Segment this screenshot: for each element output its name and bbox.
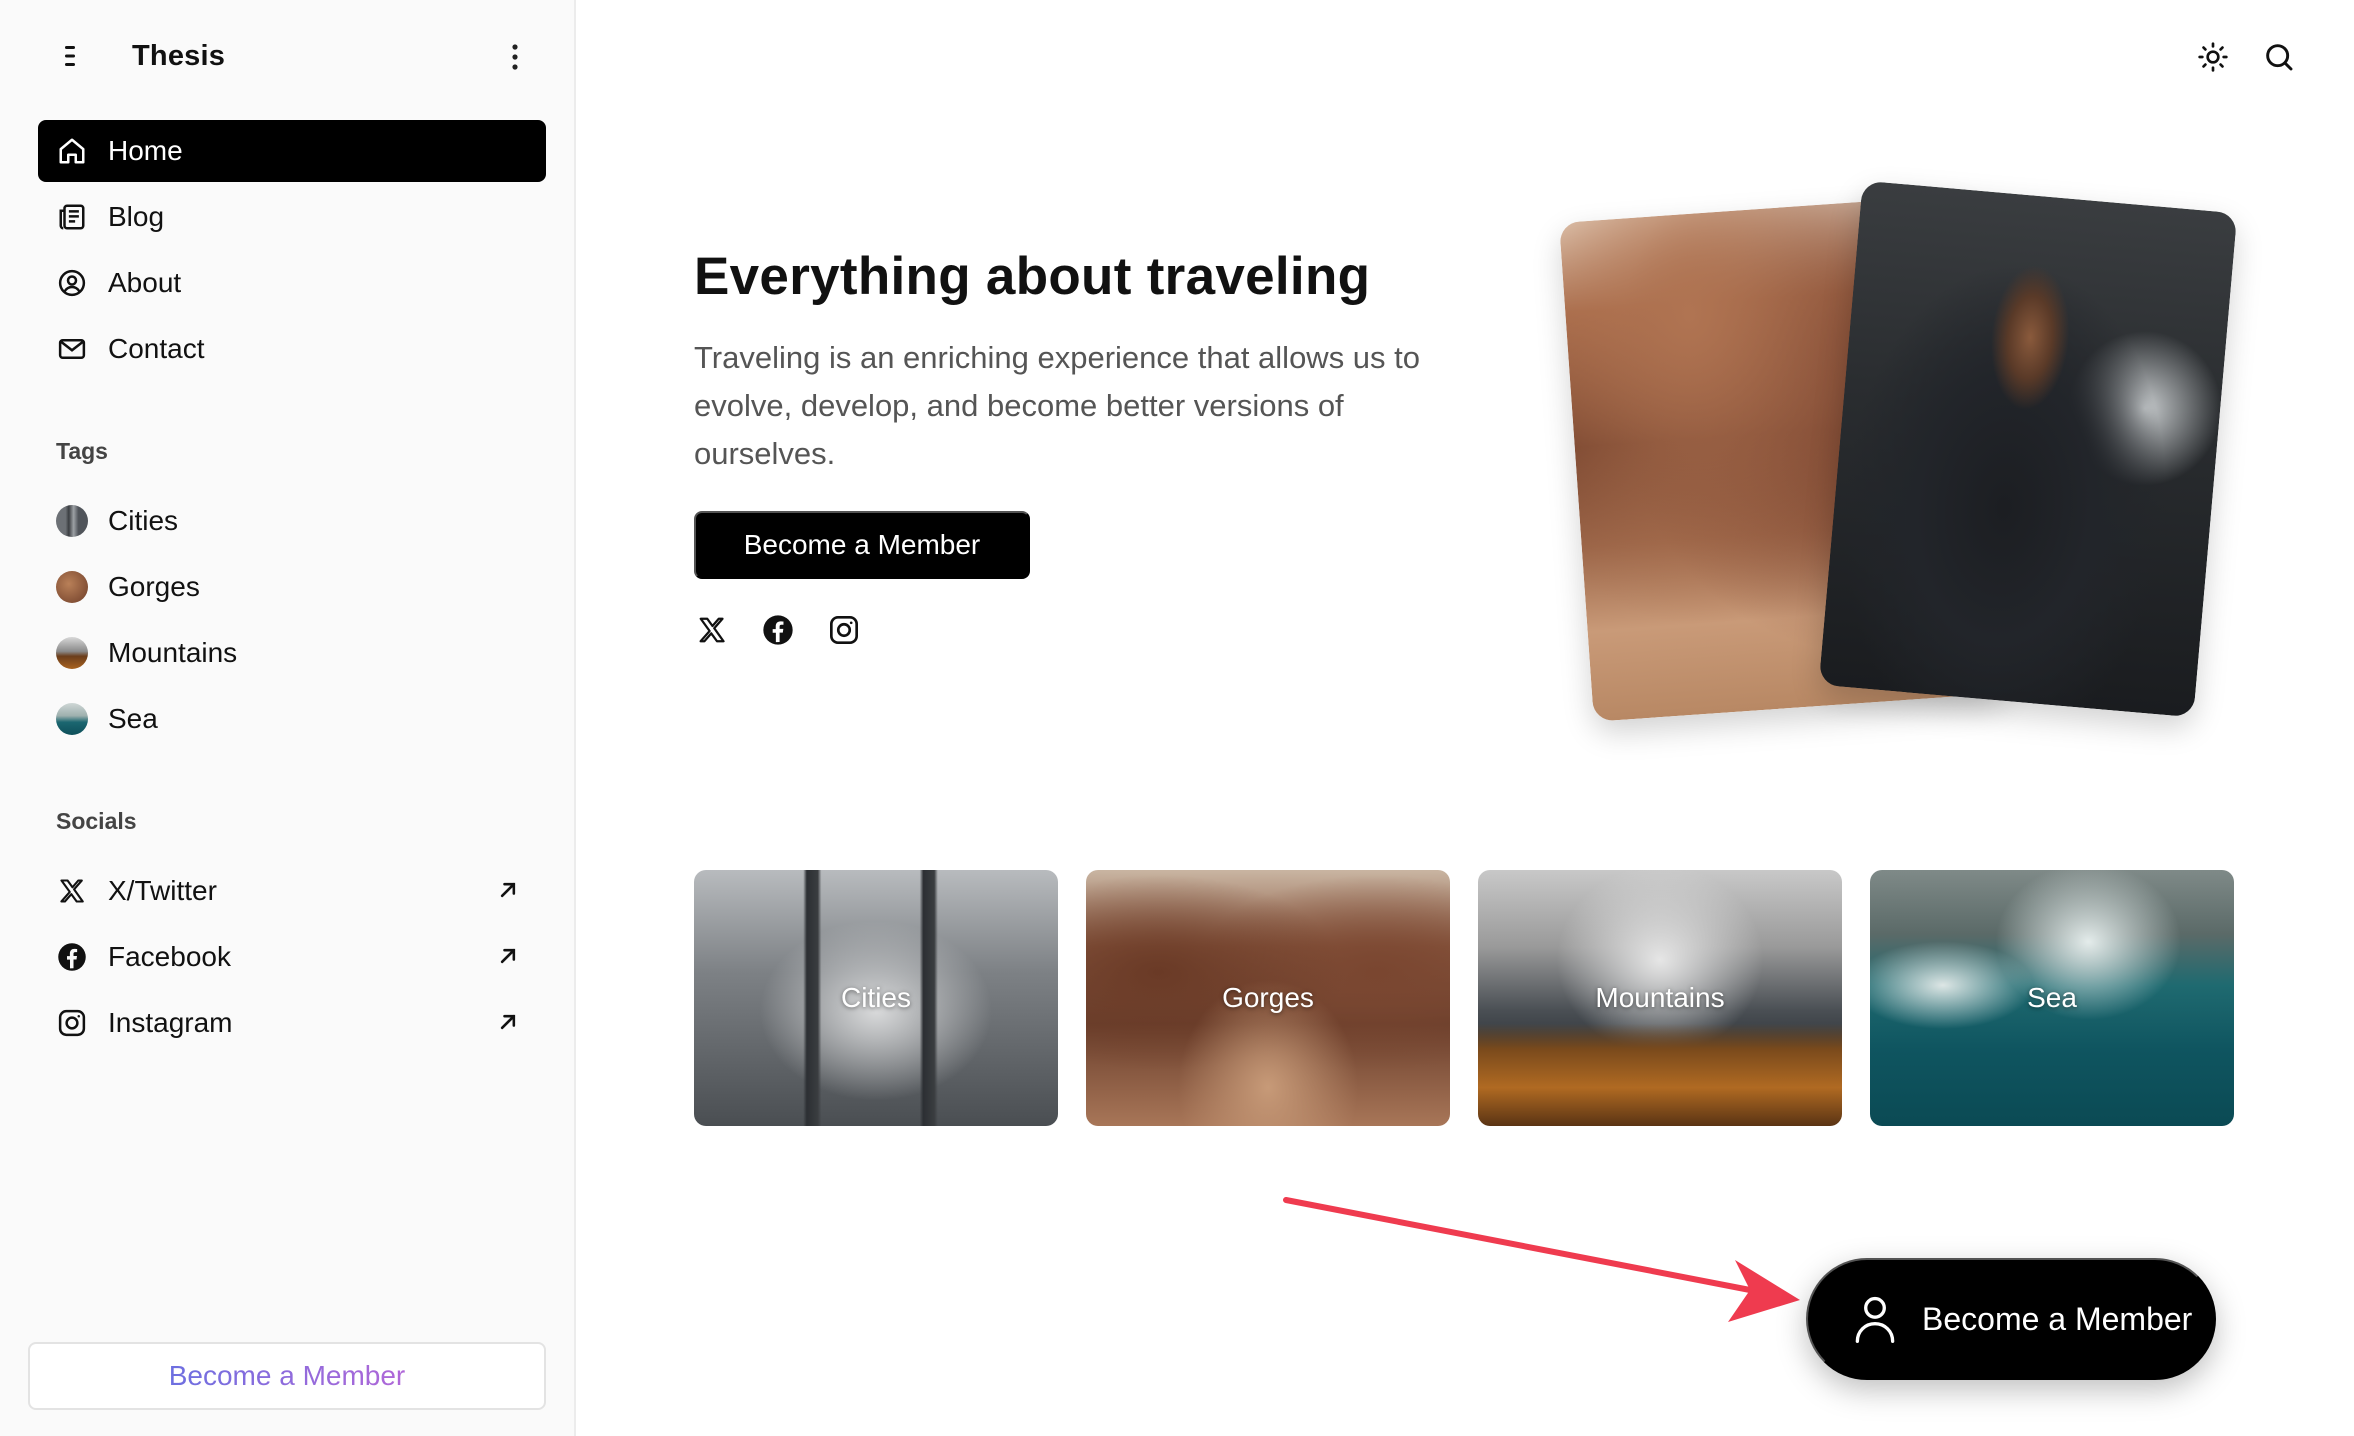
sidebar: Thesis Home Blog About Contact Tags Citi… (0, 0, 576, 1436)
mail-icon (56, 333, 88, 365)
nav-item-contact[interactable]: Contact (38, 318, 546, 380)
annotation-arrow (1283, 1197, 1800, 1322)
tag-card-gorges[interactable]: Gorges (1086, 870, 1450, 1126)
tag-item-sea[interactable]: Sea (38, 688, 546, 750)
sun-icon[interactable] (2194, 38, 2232, 76)
nav-item-label: About (108, 267, 182, 298)
tag-label: Cities (108, 505, 179, 536)
tag-card-sea[interactable]: Sea (1870, 870, 2234, 1126)
hero-description: Traveling is an enriching experience tha… (694, 340, 1421, 471)
nav-item-home[interactable]: Home (38, 120, 546, 182)
tag-label: Sea (108, 703, 158, 734)
blog-icon (56, 201, 88, 233)
instagram-icon (56, 1007, 88, 1039)
cities-thumbnail (56, 505, 88, 537)
tag-cards: Cities Gorges Mountains Sea (694, 870, 2234, 1126)
hero-social-links (694, 612, 862, 648)
tag-label: Mountains (108, 637, 238, 668)
gorges-thumbnail (56, 571, 88, 603)
tag-card-label: Sea (2027, 982, 2077, 1013)
sea-thumbnail (56, 703, 88, 735)
main-nav: Home Blog About Contact (38, 120, 546, 384)
sidebar-become-member-button[interactable]: Become a Member (28, 1342, 546, 1410)
nav-item-label: Contact (108, 333, 205, 364)
more-options-icon[interactable] (498, 38, 532, 76)
hero-become-member-button[interactable]: Become a Member (694, 511, 1030, 579)
social-label: Instagram (108, 1007, 233, 1038)
nav-item-label: Blog (108, 201, 165, 232)
tag-item-cities[interactable]: Cities (38, 490, 546, 552)
facebook-icon (56, 941, 88, 973)
hero-photo-traveler (1818, 180, 2238, 718)
external-link-icon (494, 942, 522, 970)
nav-item-label: Home (108, 135, 183, 166)
external-link-icon (494, 1008, 522, 1036)
hero-button-label: Become a Member (743, 529, 981, 560)
nav-item-blog[interactable]: Blog (38, 186, 546, 248)
nav-item-about[interactable]: About (38, 252, 546, 314)
social-item-instagram[interactable]: Instagram (38, 992, 546, 1054)
social-item-twitter[interactable]: X/Twitter (38, 860, 546, 922)
mountains-thumbnail (56, 637, 88, 669)
x-twitter-icon[interactable] (694, 612, 730, 648)
tag-list: Cities Gorges Mountains Sea (38, 490, 546, 754)
brand: Thesis (56, 32, 225, 80)
external-link-icon (494, 876, 522, 904)
x-twitter-icon (56, 875, 88, 907)
tag-card-mountains[interactable]: Mountains (1478, 870, 1842, 1126)
socials-heading: Socials (56, 808, 137, 834)
user-icon (1852, 1293, 1898, 1345)
social-list: X/Twitter Facebook Instagram (38, 860, 546, 1058)
tag-label: Gorges (108, 571, 200, 602)
brand-title[interactable]: Thesis (132, 40, 225, 73)
tags-heading: Tags (56, 438, 108, 464)
social-label: X/Twitter (108, 875, 217, 906)
social-label: Facebook (108, 941, 231, 972)
floating-become-member-button[interactable]: Become a Member (1806, 1258, 2216, 1380)
app: Thesis Home Blog About Contact Tags Citi… (0, 0, 2354, 1436)
tag-card-label: Mountains (1595, 982, 1725, 1013)
sidebar-become-member-label: Become a Member (168, 1360, 406, 1391)
tag-card-label: Gorges (1222, 982, 1314, 1013)
social-item-facebook[interactable]: Facebook (38, 926, 546, 988)
tag-item-gorges[interactable]: Gorges (38, 556, 546, 618)
user-circle-icon (56, 267, 88, 299)
search-icon[interactable] (2260, 38, 2298, 76)
hero-title: Everything about traveling (694, 247, 1371, 306)
tag-card-label: Cities (840, 982, 911, 1013)
tag-item-mountains[interactable]: Mountains (38, 622, 546, 684)
menu-icon[interactable] (56, 42, 84, 70)
instagram-icon[interactable] (826, 612, 862, 648)
facebook-icon[interactable] (760, 612, 796, 648)
floating-button-label: Become a Member (1922, 1300, 2193, 1337)
tag-card-cities[interactable]: Cities (694, 870, 1058, 1126)
home-icon (56, 135, 88, 167)
